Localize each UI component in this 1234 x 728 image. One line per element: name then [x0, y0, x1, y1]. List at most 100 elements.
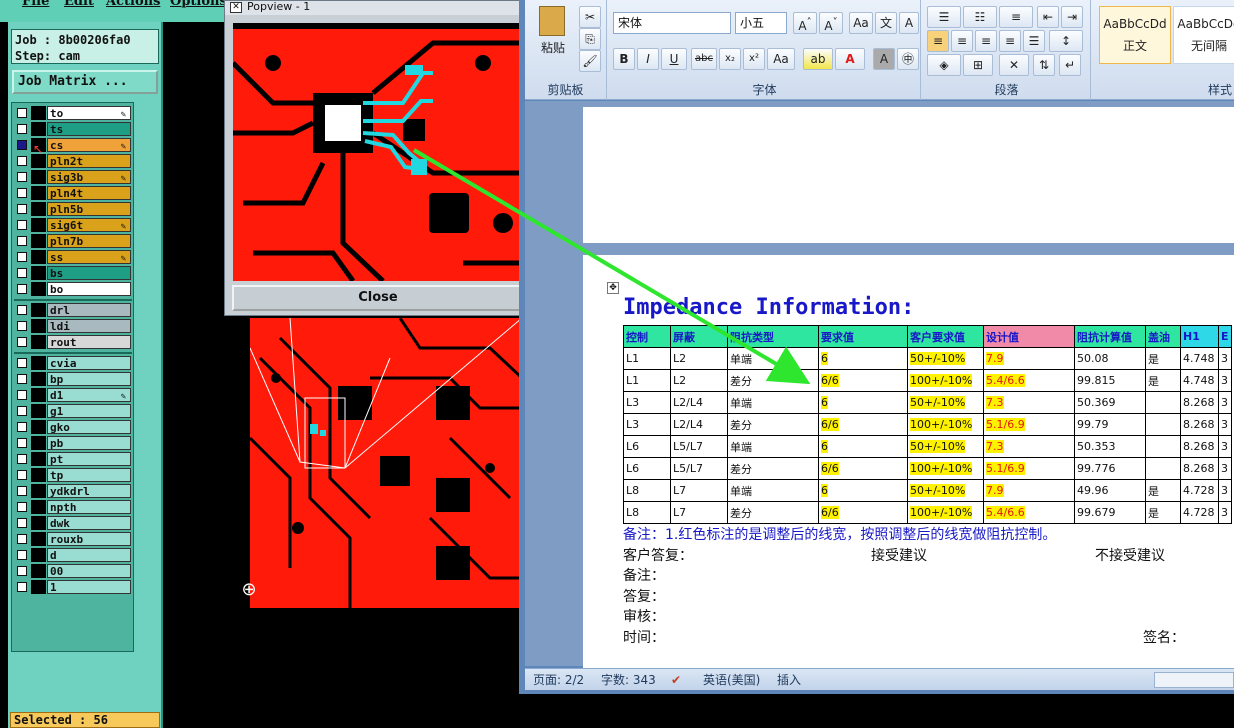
layer-affected-cell[interactable]: [31, 388, 46, 402]
insert-mode[interactable]: 插入: [777, 669, 801, 691]
layer-row-bs[interactable]: bs: [14, 266, 134, 280]
phonetic-guide-icon[interactable]: 文: [875, 12, 897, 34]
cut-icon[interactable]: ✂: [579, 6, 601, 28]
table-cell[interactable]: 差分: [727, 369, 819, 392]
table-cell[interactable]: [1145, 457, 1181, 480]
table-cell[interactable]: 单端: [727, 435, 819, 458]
layer-checkbox[interactable]: [17, 422, 27, 432]
menu-options[interactable]: Options: [170, 0, 226, 9]
layer-name[interactable]: g1: [47, 404, 131, 418]
table-cell[interactable]: 6: [818, 435, 908, 458]
layer-row-sig3b[interactable]: sig3b ✎: [14, 170, 134, 184]
align-left-icon[interactable]: ≡: [927, 30, 949, 52]
table-cell[interactable]: L3: [623, 391, 671, 414]
layer-affected-cell[interactable]: [31, 452, 46, 466]
layer-name[interactable]: bo: [47, 282, 131, 296]
table-cell[interactable]: 3: [1218, 457, 1232, 480]
decrease-indent-icon[interactable]: ⇤: [1037, 6, 1059, 28]
proofing-icon[interactable]: ✔: [671, 669, 681, 691]
table-cell[interactable]: 49.96: [1074, 479, 1146, 502]
layer-checkbox[interactable]: [17, 188, 27, 198]
layer-checkbox[interactable]: [17, 124, 27, 134]
format-painter-icon[interactable]: 🖌: [579, 50, 601, 72]
layer-name[interactable]: pln7b: [47, 234, 131, 248]
layer-affected-cell[interactable]: [31, 420, 46, 434]
layer-checkbox[interactable]: [17, 172, 27, 182]
layer-name[interactable]: sig6t ✎: [47, 218, 131, 232]
table-move-handle-icon[interactable]: ✥: [607, 282, 619, 294]
layer-checkbox[interactable]: [17, 406, 27, 416]
char-border-icon[interactable]: A: [899, 12, 919, 34]
table-cell[interactable]: 100+/-10%: [907, 501, 984, 524]
table-cell[interactable]: 差分: [727, 457, 819, 480]
layer-affected-cell[interactable]: [31, 218, 46, 232]
layer-affected-cell[interactable]: [31, 202, 46, 216]
line-spacing-icon[interactable]: ↕: [1049, 30, 1083, 52]
table-cell[interactable]: 3: [1218, 369, 1232, 392]
layer-checkbox[interactable]: [17, 156, 27, 166]
layer-checkbox[interactable]: [17, 438, 27, 448]
layer-name[interactable]: cvia: [47, 356, 131, 370]
clear-format-icon[interactable]: Aa: [849, 12, 873, 34]
multilevel-list-icon[interactable]: ≡: [999, 6, 1033, 28]
layer-name[interactable]: rout: [47, 335, 131, 349]
layer-row-cs[interactable]: ↖ cs ✎: [14, 138, 134, 156]
italic-icon[interactable]: I: [637, 48, 659, 70]
layer-name[interactable]: ydkdrl: [47, 484, 131, 498]
distributed-icon[interactable]: ☰: [1023, 30, 1045, 52]
layer-name[interactable]: bp: [47, 372, 131, 386]
view-buttons[interactable]: [1154, 672, 1234, 688]
shading-icon[interactable]: ◈: [927, 54, 961, 76]
table-cell[interactable]: [1145, 391, 1181, 414]
table-cell[interactable]: L7: [670, 479, 728, 502]
layer-affected-cell[interactable]: ↖: [31, 138, 46, 156]
layer-row-pln5b[interactable]: pln5b: [14, 202, 134, 216]
layer-affected-cell[interactable]: [31, 234, 46, 248]
chinese-layout-icon[interactable]: ✕: [999, 54, 1029, 76]
document-page-1[interactable]: [583, 107, 1234, 243]
table-cell[interactable]: 50.08: [1074, 347, 1146, 370]
layer-name[interactable]: dwk: [47, 516, 131, 530]
job-matrix-button[interactable]: Job Matrix ...: [12, 70, 158, 94]
layer-checkbox[interactable]: [17, 268, 27, 278]
layer-row-ss[interactable]: ss ✎: [14, 250, 134, 264]
table-cell[interactable]: 99.79: [1074, 413, 1146, 436]
layer-name[interactable]: ldi: [47, 319, 131, 333]
layer-affected-cell[interactable]: [31, 186, 46, 200]
show-marks-icon[interactable]: ↵: [1059, 54, 1081, 76]
layer-row-ts[interactable]: ts: [14, 122, 134, 136]
menu-file[interactable]: File: [22, 0, 49, 9]
layer-name[interactable]: 1: [47, 580, 131, 594]
layer-affected-cell[interactable]: [31, 303, 46, 317]
layer-checkbox[interactable]: [17, 284, 27, 294]
layer-name[interactable]: tp: [47, 468, 131, 482]
layer-checkbox[interactable]: [17, 321, 27, 331]
table-cell[interactable]: 5.1/6.9: [983, 457, 1075, 480]
table-cell[interactable]: 4.728: [1180, 479, 1219, 502]
table-cell[interactable]: 4.748: [1180, 369, 1219, 392]
table-cell[interactable]: 6: [818, 391, 908, 414]
align-right-icon[interactable]: ≡: [975, 30, 997, 52]
table-cell[interactable]: 5.4/6.6: [983, 369, 1075, 392]
layer-name[interactable]: bs: [47, 266, 131, 280]
layer-row-pt[interactable]: pt: [14, 452, 134, 466]
table-cell[interactable]: 6/6: [818, 413, 908, 436]
table-cell[interactable]: 100+/-10%: [907, 369, 984, 392]
table-cell[interactable]: 6: [818, 347, 908, 370]
table-cell[interactable]: 是: [1145, 479, 1181, 502]
layer-checkbox[interactable]: [17, 374, 27, 384]
table-cell[interactable]: L3: [623, 413, 671, 436]
table-cell[interactable]: 50+/-10%: [907, 347, 984, 370]
table-cell[interactable]: L6: [623, 435, 671, 458]
layer-affected-cell[interactable]: [31, 250, 46, 264]
table-cell[interactable]: 100+/-10%: [907, 457, 984, 480]
table-cell[interactable]: 3: [1218, 347, 1232, 370]
layer-name[interactable]: pln5b: [47, 202, 131, 216]
table-cell[interactable]: 8.268: [1180, 391, 1219, 414]
layer-checkbox[interactable]: [17, 534, 27, 544]
layer-checkbox[interactable]: [17, 470, 27, 480]
layer-affected-cell[interactable]: [31, 266, 46, 280]
layer-name[interactable]: gko: [47, 420, 131, 434]
table-cell[interactable]: L1: [623, 347, 671, 370]
table-cell[interactable]: 5.4/6.6: [983, 501, 1075, 524]
